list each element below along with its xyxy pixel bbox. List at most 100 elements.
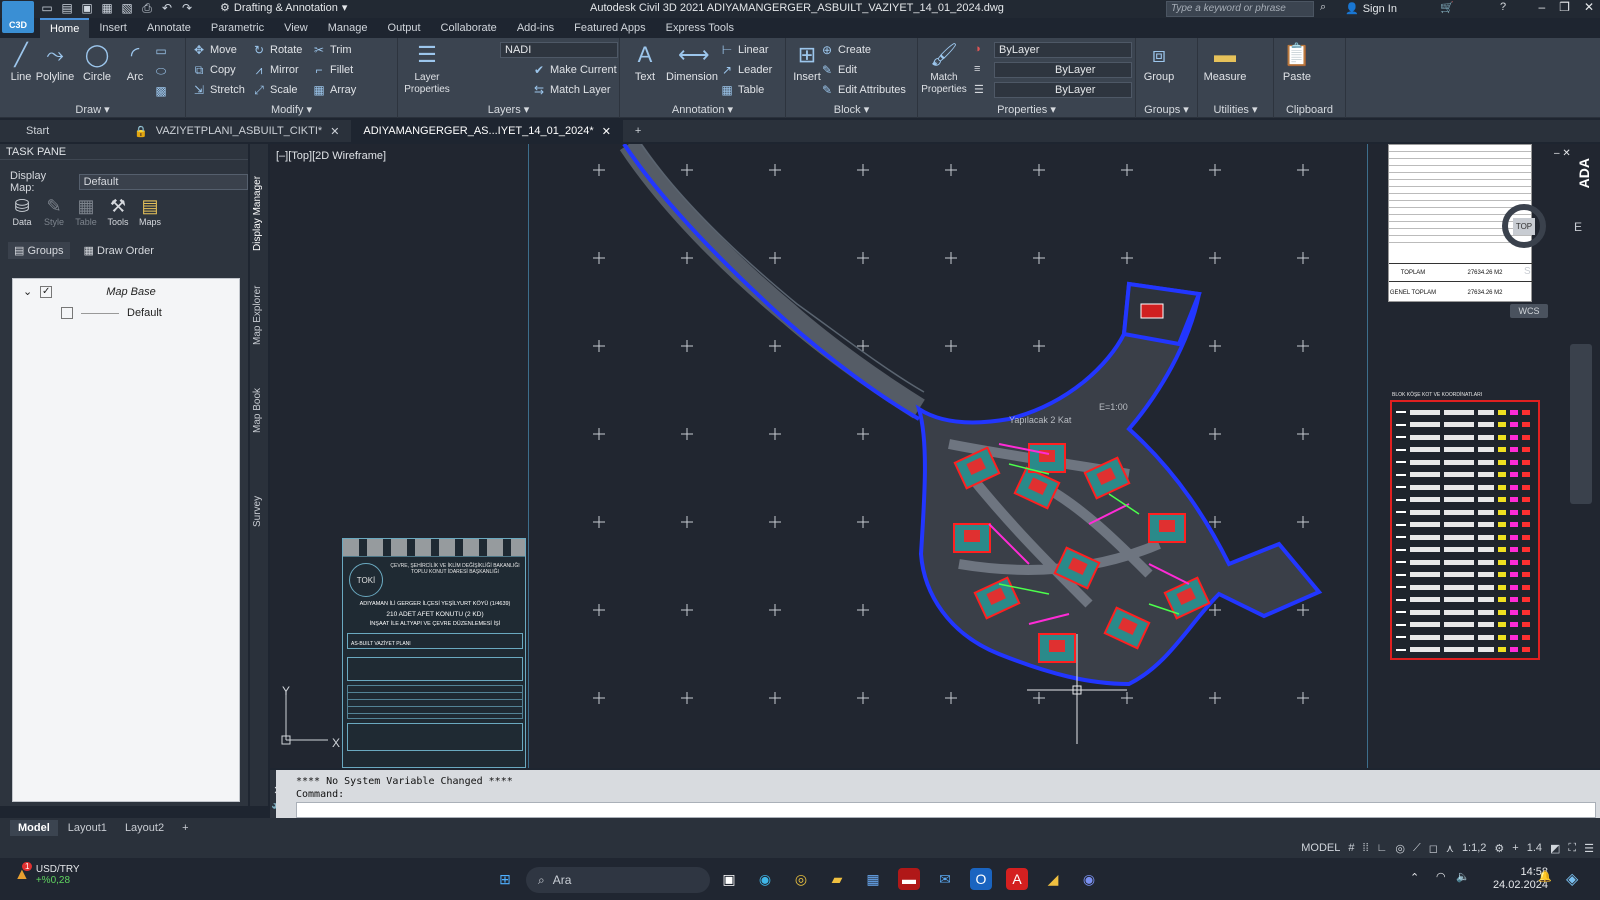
survey-tab[interactable]: Survey <box>252 486 266 536</box>
close-tab-icon[interactable]: ✕ <box>602 125 611 138</box>
table-button[interactable]: ▦ Table <box>720 83 764 97</box>
tab-insert[interactable]: Insert <box>89 19 137 37</box>
drawing-area-right[interactable]: TOPLAM 27634.26 M2 GENEL TOPLAM 27634.26… <box>1368 144 1600 768</box>
text-button[interactable]: A Text <box>624 42 666 83</box>
workspace-gear-icon[interactable]: ⚙ <box>1494 842 1504 855</box>
hatch-button[interactable]: ▩ <box>154 84 168 98</box>
open-icon[interactable]: ▤ <box>60 1 74 15</box>
match-properties-button[interactable]: 🖌 Match Properties <box>920 42 968 95</box>
polar-icon[interactable]: ◎ <box>1395 842 1405 855</box>
volume-icon[interactable]: 🔈 <box>1456 870 1470 883</box>
wcs-button[interactable]: WCS <box>1510 304 1548 318</box>
utilities-panel-title[interactable]: Utilities ▾ <box>1198 103 1273 116</box>
close-tab-icon[interactable]: ✕ <box>330 125 339 138</box>
tab-collaborate[interactable]: Collaborate <box>431 19 507 37</box>
tab-layout2[interactable]: Layout2 <box>117 820 172 836</box>
print-icon[interactable]: ⎙ <box>140 1 154 15</box>
undo-icon[interactable]: ↶ <box>160 1 174 15</box>
file-explorer-icon[interactable]: ▰ <box>826 868 848 890</box>
modify-panel-title[interactable]: Modify ▾ <box>186 103 397 116</box>
data-tool[interactable]: ⛁ Data <box>10 196 34 227</box>
save-icon[interactable]: ▣ <box>80 1 94 15</box>
groups-button[interactable]: ▤ Groups <box>8 242 70 259</box>
move-button[interactable]: ✥ Move <box>192 43 237 57</box>
rectangle-button[interactable]: ▭ <box>154 44 168 58</box>
leader-button[interactable]: ↗ Leader <box>720 63 772 77</box>
lineweight-combo[interactable]: ByLayer <box>994 82 1132 98</box>
command-input[interactable] <box>296 802 1596 818</box>
groups-panel-title[interactable]: Groups ▾ <box>1136 103 1197 116</box>
fillet-button[interactable]: ⌐ Fillet <box>312 63 353 77</box>
view-cube-top[interactable]: TOP <box>1512 217 1536 235</box>
properties-panel-title[interactable]: Properties ▾ <box>918 103 1135 116</box>
annotation-scale[interactable]: 1:1,2 <box>1462 842 1486 854</box>
draw-panel-title[interactable]: Draw ▾ <box>0 103 185 116</box>
chrome-icon[interactable]: ◎ <box>790 868 812 890</box>
task-view-icon[interactable]: ▣ <box>718 868 740 890</box>
edit-attributes-button[interactable]: ✎ Edit Attributes <box>820 83 906 97</box>
tab-home[interactable]: Home <box>40 18 90 38</box>
tools-tool[interactable]: ⚒ Tools <box>106 196 130 227</box>
tab-layout1[interactable]: Layout1 <box>60 820 115 836</box>
layer-combo[interactable]: NADI <box>500 42 618 58</box>
drawing-canvas[interactable]: Yapılacak 2 Kat E=1:00 <box>528 137 1368 768</box>
tab-featured-apps[interactable]: Featured Apps <box>564 19 656 37</box>
tab-model[interactable]: Model <box>10 820 58 836</box>
circle-button[interactable]: ◯ Circle <box>76 42 118 83</box>
rotate-button[interactable]: ↻ Rotate <box>252 43 302 57</box>
match-layer-button[interactable]: ⇆ Match Layer <box>532 83 611 97</box>
customize-icon[interactable]: ☰ <box>1584 842 1594 855</box>
search-icon[interactable]: ⌕ <box>1320 1 1326 14</box>
snap-icon[interactable]: ⁞⁞ <box>1363 842 1369 854</box>
polyline-button[interactable]: ⤳ Polyline <box>34 42 76 83</box>
edge-icon[interactable]: ◉ <box>754 868 776 890</box>
copy-button[interactable]: ⧉ Copy <box>192 63 236 77</box>
help-search-input[interactable]: Type a keyword or phrase <box>1166 1 1314 17</box>
mirror-button[interactable]: ⩘ Mirror <box>252 63 299 77</box>
add-layout-button[interactable]: + <box>174 820 196 836</box>
compass-east[interactable]: E <box>1574 220 1582 234</box>
sign-in-button[interactable]: 👤 Sign In <box>1345 2 1397 16</box>
new-icon[interactable]: ▭ <box>40 1 54 15</box>
create-block-button[interactable]: ⊕ Create <box>820 43 871 57</box>
array-button[interactable]: ▦ Array <box>312 83 356 97</box>
display-map-select[interactable]: Default <box>78 174 248 190</box>
paste-button[interactable]: 📋 Paste <box>1276 42 1318 83</box>
linetype-combo[interactable]: ByLayer <box>994 62 1132 78</box>
fullscreen-icon[interactable]: ⛶ <box>1568 842 1576 855</box>
tray-chevron-icon[interactable]: ⌃ <box>1410 871 1419 884</box>
table-tool[interactable]: ▦ Table <box>74 196 98 227</box>
redo-icon[interactable]: ↷ <box>180 1 194 15</box>
restore-icon[interactable]: ❐ <box>1559 0 1570 14</box>
display-manager-tab[interactable]: Display Manager <box>252 168 266 258</box>
save-as-icon[interactable]: ▦ <box>100 1 114 15</box>
compass-south[interactable]: S <box>1524 266 1531 277</box>
new-tab-button[interactable]: + <box>623 120 653 142</box>
object-snap-icon[interactable]: ◻ <box>1429 842 1438 855</box>
file-tab-vaziyetplani[interactable]: 🔒 VAZIYETPLANI_ASBUILT_CIKTI* ✕ <box>122 120 351 142</box>
outlook-icon[interactable]: O <box>970 868 992 890</box>
blue-circle-app-icon[interactable]: ◉ <box>1078 868 1100 890</box>
annotation-visibility-icon[interactable]: ⋏ <box>1446 842 1454 855</box>
dimension-button[interactable]: ⟷ Dimension <box>664 42 720 83</box>
color-combo[interactable]: ByLayer <box>994 42 1132 58</box>
measure-button[interactable]: ▬ Measure <box>1200 42 1250 83</box>
grid-icon[interactable]: # <box>1348 842 1354 854</box>
draw-order-button[interactable]: ▦ Draw Order <box>84 244 154 257</box>
notification-bell-icon[interactable]: 🔔 <box>1538 870 1552 883</box>
help-icon[interactable]: ? <box>1500 1 1506 13</box>
isodraft-icon[interactable]: ⟋ <box>1413 842 1421 855</box>
navigation-bar[interactable] <box>1570 344 1592 504</box>
app-logo[interactable]: C3D <box>2 1 34 33</box>
tab-express-tools[interactable]: Express Tools <box>656 19 744 37</box>
linear-button[interactable]: ⊢ Linear <box>720 43 769 57</box>
tab-parametric[interactable]: Parametric <box>201 19 274 37</box>
minimize-icon[interactable]: – <box>1538 0 1545 14</box>
ellipse-button[interactable]: ⬭ <box>154 64 168 78</box>
model-space-toggle[interactable]: MODEL <box>1301 842 1340 854</box>
ortho-icon[interactable]: ∟ <box>1377 842 1388 854</box>
cart-icon[interactable]: 🛒 <box>1440 1 1454 14</box>
view-cube[interactable]: TOP <box>1502 204 1546 248</box>
store-icon[interactable]: ▦ <box>862 868 884 890</box>
widget-currency[interactable]: ▲ 1 USD/TRY +%0,28 <box>14 862 80 886</box>
